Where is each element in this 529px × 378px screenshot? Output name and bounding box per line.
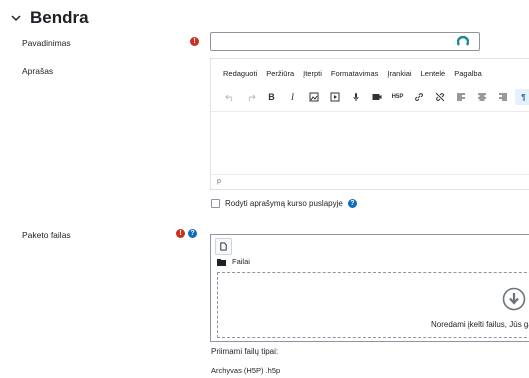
redo-icon[interactable] [242, 89, 259, 105]
menu-insert[interactable]: Įterpti [303, 69, 322, 78]
align-left-icon[interactable] [452, 89, 469, 105]
media-icon[interactable] [326, 89, 343, 105]
required-icon: ! [176, 229, 185, 238]
accepted-type-item: Archyvas (H5P) .h5p [211, 366, 281, 375]
folder-label: Failai [232, 257, 250, 266]
name-label: Pavadinimas [22, 38, 71, 48]
editor-toolbar: B I H5P ¶ [221, 89, 529, 105]
accepted-types-label: Priimami failų tipai: [211, 347, 279, 356]
add-file-button[interactable] [215, 238, 232, 255]
drop-zone-text: Noredami įkelti failus, Jūs galite [431, 320, 529, 329]
file-picker: Failai Noredami įkelti failus, Jūs galit… [210, 234, 529, 342]
description-editor[interactable]: Redaguoti Peržiūra Įterpti Formatavimas … [210, 58, 529, 190]
ltr-direction-icon[interactable]: ¶ [515, 89, 529, 105]
link-icon[interactable] [410, 89, 427, 105]
chevron-down-icon [11, 15, 21, 22]
menu-help[interactable]: Pagalba [454, 69, 482, 78]
bold-icon[interactable]: B [263, 89, 280, 105]
h5p-icon[interactable]: H5P [389, 89, 406, 105]
description-label: Aprašas [22, 66, 54, 76]
align-center-icon[interactable] [473, 89, 490, 105]
align-right-icon[interactable] [494, 89, 511, 105]
microphone-icon[interactable] [347, 89, 364, 105]
menu-tools[interactable]: Įrankiai [387, 69, 411, 78]
editor-content-area[interactable] [211, 111, 529, 178]
unlink-icon[interactable] [431, 89, 448, 105]
general-section-header[interactable]: Bendra [10, 8, 89, 28]
loading-spinner-icon [457, 36, 469, 46]
required-icon: ! [190, 37, 199, 46]
folder-icon [217, 258, 226, 266]
show-description-row: Rodyti aprašymą kurso puslapyje ? [211, 199, 357, 208]
editor-menubar: Redaguoti Peržiūra Įterpti Formatavimas … [223, 69, 491, 78]
download-arrow-icon [502, 287, 526, 311]
file-path-breadcrumb[interactable]: Failai [217, 257, 250, 266]
section-title: Bendra [30, 8, 89, 27]
help-icon[interactable]: ? [347, 199, 357, 208]
image-icon[interactable] [305, 89, 322, 105]
undo-icon[interactable] [221, 89, 238, 105]
menu-format[interactable]: Formatavimas [331, 69, 379, 78]
menu-view[interactable]: Peržiūra [266, 69, 294, 78]
name-input[interactable] [210, 32, 480, 51]
editor-statusbar: p [211, 174, 529, 189]
menu-edit[interactable]: Redaguoti [223, 69, 257, 78]
show-description-checkbox[interactable] [211, 199, 220, 208]
help-icon[interactable]: ? [188, 229, 197, 238]
file-icon [220, 242, 227, 251]
show-description-label[interactable]: Rodyti aprašymą kurso puslapyje [225, 199, 343, 208]
menu-table[interactable]: Lentelė [421, 69, 446, 78]
italic-icon[interactable]: I [284, 89, 301, 105]
file-drop-zone[interactable]: Noredami įkelti failus, Jūs galite [217, 272, 529, 338]
video-icon[interactable] [368, 89, 385, 105]
package-file-label: Paketo failas [22, 230, 71, 240]
